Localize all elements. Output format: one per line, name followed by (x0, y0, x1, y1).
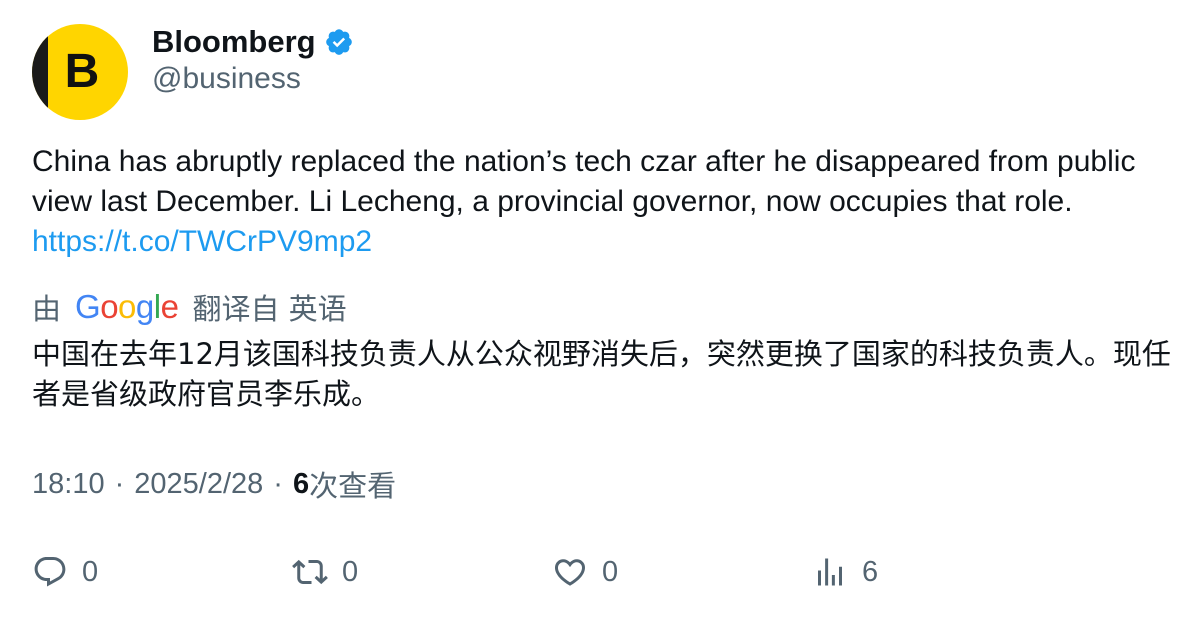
retweet-button[interactable]: 0 (292, 552, 358, 592)
analytics-icon (812, 554, 848, 590)
translated-from-label: 翻译自 英语 (192, 292, 347, 326)
heart-icon (552, 554, 588, 590)
author-name-row: Bloomberg (152, 22, 354, 62)
reply-button[interactable]: 0 (32, 552, 98, 592)
tweet-text: China has abruptly replaced the nation’s… (32, 142, 1172, 262)
avatar-letter: B (64, 45, 100, 98)
tweet-time[interactable]: 18:10 (32, 468, 105, 501)
tweet-link[interactable]: https://t.co/TWCrPV9mp2 (32, 225, 372, 258)
author-handle[interactable]: @business (152, 62, 301, 96)
meta-separator: · (114, 467, 125, 500)
translated-by-label: 由 (32, 292, 62, 326)
views-count: 6 (292, 467, 310, 500)
views-label: 次查看 (309, 469, 397, 503)
translation-attribution: 由 Google 翻译自 英语 (32, 286, 347, 328)
avatar[interactable]: B (32, 24, 128, 120)
like-count: 0 (602, 555, 619, 588)
like-button[interactable]: 0 (552, 552, 618, 592)
tweet-card: B Bloomberg @business China has abruptly… (0, 0, 1196, 618)
display-name[interactable]: Bloomberg (152, 24, 316, 60)
reply-count: 0 (82, 555, 99, 588)
avatar-edge (32, 24, 48, 120)
translated-text: 中国在去年12月该国科技负责人从公众视野消失后，突然更换了国家的科技负责人。现任… (32, 337, 1171, 411)
google-logo[interactable]: Google (75, 286, 179, 328)
retweet-icon (292, 554, 328, 590)
tweet-date[interactable]: 2025/2/28 (134, 468, 263, 501)
views-button[interactable]: 6 (812, 552, 878, 592)
tweet-meta: 18:10 · 2025/2/28 · 6 次查看 (32, 464, 396, 504)
verified-badge-icon (324, 27, 354, 57)
retweet-count: 0 (342, 555, 359, 588)
reply-icon (32, 554, 68, 590)
tweet-body-text: China has abruptly replaced the nation’s… (32, 145, 1136, 218)
views-action-count: 6 (862, 555, 879, 588)
meta-separator-2: · (273, 467, 283, 500)
